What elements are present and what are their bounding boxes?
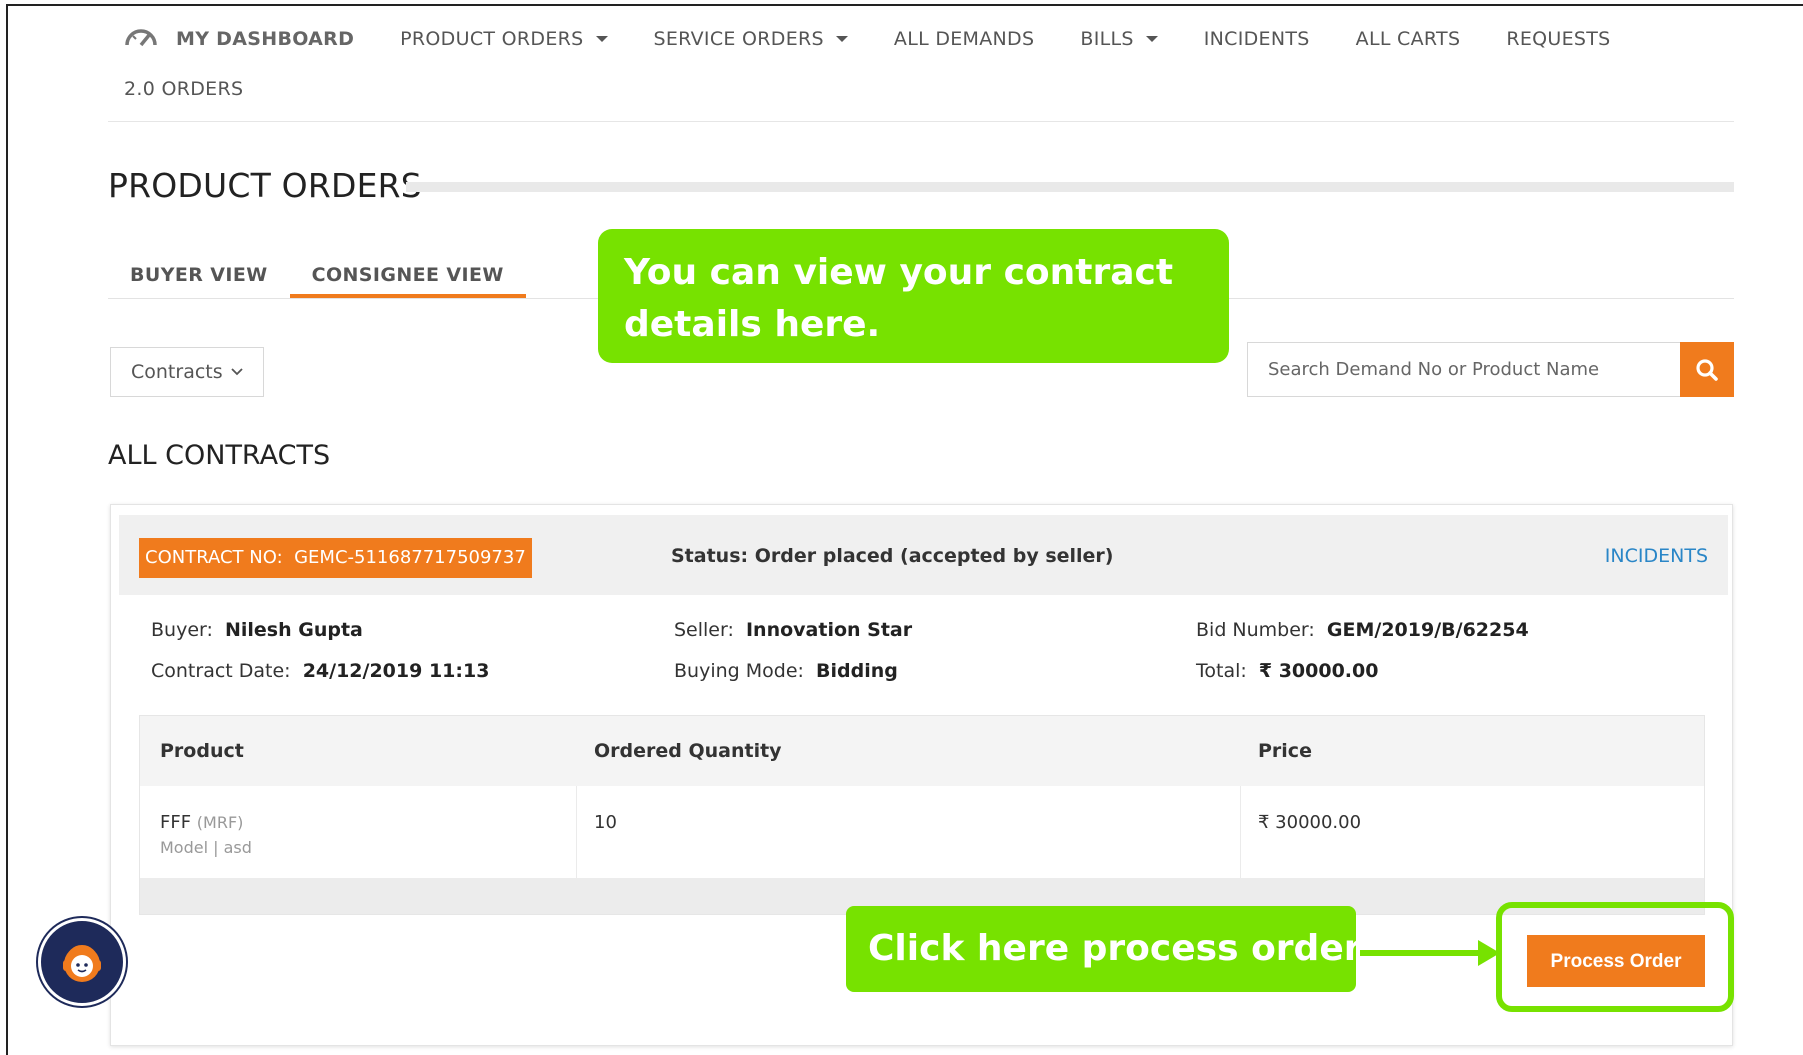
seller-label: Seller: bbox=[674, 619, 734, 641]
total-label: Total: bbox=[1196, 660, 1247, 682]
bid-number-label: Bid Number: bbox=[1196, 619, 1315, 641]
contract-number-badge: CONTRACT NO: GEMC-511687717509737 bbox=[139, 538, 532, 578]
column-divider bbox=[576, 786, 577, 880]
nav-all-demands[interactable]: ALL DEMANDS bbox=[894, 28, 1034, 50]
buying-mode: Bidding bbox=[816, 660, 898, 682]
contract-number-label: CONTRACT NO: bbox=[145, 547, 283, 568]
price-cell: ₹ 30000.00 bbox=[1258, 812, 1362, 833]
buyer-info: Buyer: Nilesh Gupta bbox=[151, 619, 363, 641]
total-amount: ₹ 30000.00 bbox=[1258, 660, 1379, 682]
caret-down-icon bbox=[835, 36, 848, 42]
contract-details-tooltip: You can view your contract details here. bbox=[598, 229, 1229, 363]
nav-label: BILLS bbox=[1080, 28, 1134, 50]
nav-divider bbox=[108, 121, 1734, 122]
nav-label: ALL DEMANDS bbox=[893, 28, 1035, 50]
speedometer-icon bbox=[124, 26, 158, 53]
order-items-table: Product Ordered Quantity Price FFF (MRF)… bbox=[139, 715, 1705, 915]
table-header-quantity: Ordered Quantity bbox=[594, 740, 782, 762]
nav-label: INCIDENTS bbox=[1203, 28, 1310, 50]
quantity-cell: 10 bbox=[594, 812, 617, 833]
contract-card-header: CONTRACT NO: GEMC-511687717509737 Status… bbox=[119, 515, 1728, 595]
nav-label: SERVICE ORDERS bbox=[653, 28, 824, 50]
nav-product-orders[interactable]: PRODUCT ORDERS bbox=[400, 28, 608, 50]
chat-support-avatar[interactable] bbox=[38, 918, 126, 1006]
table-header-bg bbox=[140, 716, 1704, 786]
search-bar bbox=[1247, 342, 1734, 397]
buyer-name: Nilesh Gupta bbox=[224, 619, 363, 641]
title-underline-bar bbox=[406, 182, 1734, 192]
nav-service-orders[interactable]: SERVICE ORDERS bbox=[654, 28, 848, 50]
section-title: ALL CONTRACTS bbox=[108, 440, 331, 471]
contracts-dropdown-label: Contracts bbox=[131, 361, 223, 383]
view-tabs: BUYER VIEW CONSIGNEE VIEW bbox=[108, 262, 526, 298]
caret-down-icon bbox=[595, 36, 608, 42]
tooltip-arrow-line bbox=[1360, 950, 1482, 956]
nav-incidents[interactable]: INCIDENTS bbox=[1204, 28, 1310, 50]
buying-mode-label: Buying Mode: bbox=[674, 660, 804, 682]
search-button[interactable] bbox=[1680, 342, 1734, 397]
nav-bills[interactable]: BILLS bbox=[1080, 28, 1158, 50]
nav-label: PRODUCT ORDERS bbox=[400, 28, 584, 50]
incidents-link[interactable]: INCIDENTS bbox=[1605, 545, 1708, 567]
nav-requests[interactable]: REQUESTS bbox=[1506, 28, 1610, 50]
bid-number: GEM/2019/B/62254 bbox=[1326, 619, 1529, 641]
process-order-highlight bbox=[1496, 902, 1734, 1012]
buyer-label: Buyer: bbox=[151, 619, 213, 641]
tab-buyer-view[interactable]: BUYER VIEW bbox=[108, 262, 290, 298]
support-agent-icon bbox=[63, 945, 101, 982]
search-icon bbox=[1696, 358, 1718, 381]
seller-name: Innovation Star bbox=[745, 619, 913, 641]
nav-2-0-orders[interactable]: 2.0 ORDERS bbox=[124, 78, 243, 100]
buying-mode-info: Buying Mode: Bidding bbox=[674, 660, 898, 682]
caret-down-icon bbox=[1145, 36, 1158, 42]
product-cell: FFF (MRF) bbox=[160, 812, 243, 833]
column-divider bbox=[1240, 786, 1241, 880]
product-name: FFF bbox=[160, 812, 192, 833]
contract-number: GEMC-511687717509737 bbox=[294, 547, 526, 568]
page-title: PRODUCT ORDERS bbox=[108, 166, 422, 205]
nav-label: REQUESTS bbox=[1506, 28, 1611, 50]
nav-all-carts[interactable]: ALL CARTS bbox=[1356, 28, 1461, 50]
contract-status: Status: Order placed (accepted by seller… bbox=[671, 545, 1114, 567]
table-header-price: Price bbox=[1258, 740, 1312, 762]
contract-date-info: Contract Date: 24/12/2019 11:13 bbox=[151, 660, 489, 682]
product-model: Model | asd bbox=[160, 838, 252, 857]
contract-date: 24/12/2019 11:13 bbox=[302, 660, 490, 682]
tooltip-line: details here. bbox=[624, 304, 881, 345]
nav-dashboard-label: MY DASHBOARD bbox=[176, 28, 355, 50]
table-header-product: Product bbox=[160, 740, 244, 762]
nav-my-dashboard[interactable]: MY DASHBOARD bbox=[124, 26, 354, 53]
tooltip-line: You can view your contract bbox=[624, 252, 1174, 293]
top-nav: MY DASHBOARD PRODUCT ORDERS SERVICE ORDE… bbox=[124, 22, 1657, 56]
contracts-dropdown[interactable]: Contracts bbox=[110, 347, 264, 397]
search-input[interactable] bbox=[1247, 342, 1680, 397]
total-info: Total: ₹ 30000.00 bbox=[1196, 660, 1378, 682]
tab-consignee-view[interactable]: CONSIGNEE VIEW bbox=[289, 262, 526, 298]
product-tag: (MRF) bbox=[196, 813, 244, 832]
nav-label: ALL CARTS bbox=[1355, 28, 1461, 50]
chevron-down-icon bbox=[231, 364, 243, 380]
process-order-tooltip: Click here process order. bbox=[846, 906, 1370, 992]
seller-info: Seller: Innovation Star bbox=[674, 619, 912, 641]
bid-number-info: Bid Number: GEM/2019/B/62254 bbox=[1196, 619, 1529, 641]
contract-date-label: Contract Date: bbox=[151, 660, 291, 682]
